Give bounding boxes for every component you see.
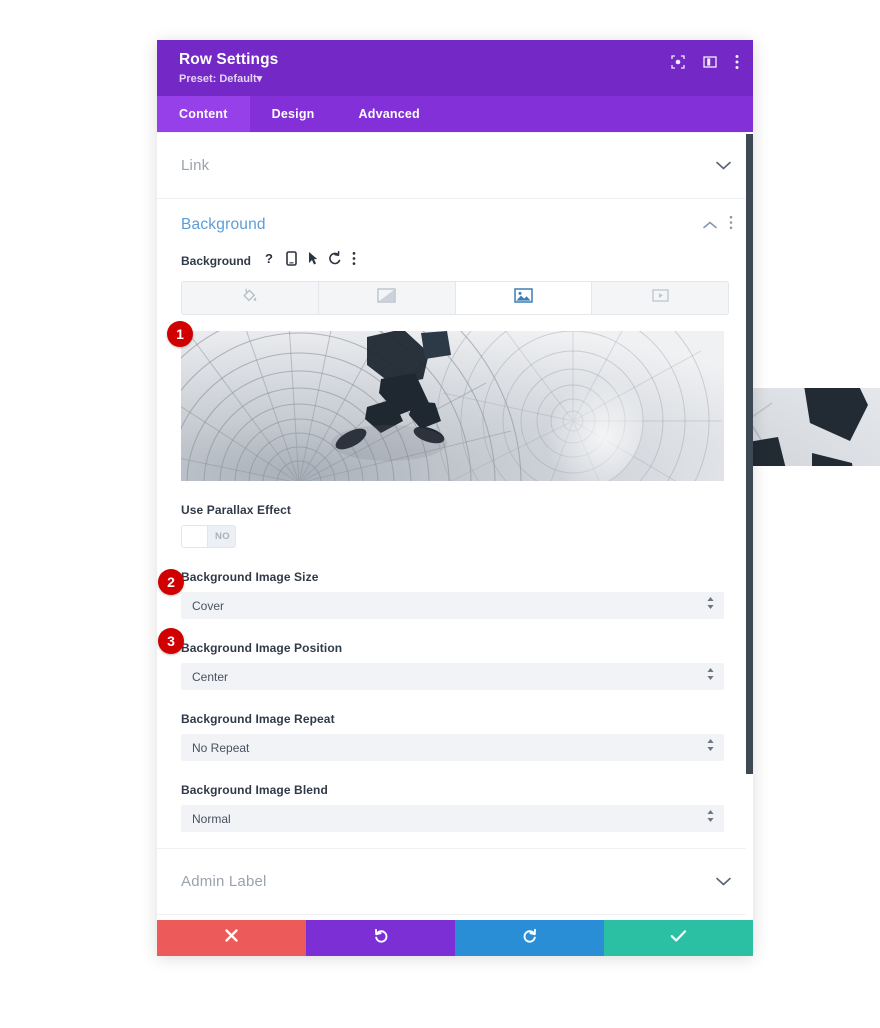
background-image-blend-label: Background Image Blend — [181, 783, 328, 797]
scrollbar-thumb[interactable] — [746, 134, 753, 774]
background-image-position-label: Background Image Position — [181, 641, 343, 655]
background-image-size-value: Cover — [192, 598, 225, 613]
section-background-header[interactable]: Background — [157, 199, 753, 251]
video-icon — [651, 289, 669, 307]
modal-header: Row Settings Preset: Default▾ — [157, 40, 753, 96]
settings-tabs: Content Design Advanced — [157, 96, 753, 132]
redo-button[interactable] — [455, 920, 604, 956]
section-background-controls — [703, 215, 733, 235]
callout-badge-3: 3 — [158, 628, 184, 654]
background-field-label: Background — [181, 254, 252, 268]
preset-label: Preset: Default — [179, 73, 257, 85]
cobblestone-photo — [752, 388, 880, 466]
background-image-blend-select[interactable]: Normal — [181, 805, 724, 832]
background-image-size-select[interactable]: Cover — [181, 592, 724, 619]
tab-content[interactable]: Content — [157, 96, 250, 132]
cobblestone-photo — [181, 331, 724, 481]
scroll-content: Link Background Background ? Use Paralla… — [157, 132, 753, 956]
reset-icon[interactable] — [328, 251, 342, 271]
screenshot-root: Row Settings Preset: Default▾ Content De… — [0, 0, 880, 1028]
more-options-icon[interactable] — [735, 54, 739, 75]
hover-cursor-icon[interactable] — [307, 251, 318, 271]
page-title: Row Settings — [179, 51, 279, 68]
use-parallax-effect-toggle[interactable]: NO — [181, 525, 236, 548]
close-x-icon — [224, 928, 239, 948]
background-image-preview[interactable] — [181, 331, 724, 481]
more-options-icon[interactable] — [352, 251, 356, 271]
image-icon — [514, 288, 533, 308]
background-image-repeat-label: Background Image Repeat — [181, 712, 335, 726]
background-gradient-tab[interactable] — [319, 282, 456, 314]
page-background-image-fragment — [752, 388, 880, 466]
background-type-tabs — [181, 281, 729, 315]
background-image-repeat-value: No Repeat — [192, 740, 250, 755]
chevron-down-icon[interactable] — [716, 873, 731, 891]
cancel-button[interactable] — [157, 920, 306, 956]
background-video-tab[interactable] — [592, 282, 728, 314]
panel-scrollbar[interactable] — [746, 132, 753, 956]
background-color-tab[interactable] — [182, 282, 319, 314]
section-link-title: Link — [181, 157, 210, 174]
stepper-arrows-icon — [706, 809, 715, 828]
stepper-arrows-icon — [706, 738, 715, 757]
background-image-size-wrap: Cover — [157, 592, 753, 619]
callout-badge-1: 1 — [167, 321, 193, 347]
preset-caret-icon: ▾ — [256, 73, 263, 85]
gradient-icon — [377, 288, 396, 308]
row-settings-modal: Row Settings Preset: Default▾ Content De… — [157, 40, 753, 956]
background-image-position-value: Center — [192, 669, 229, 684]
section-background: Background Background ? Use Parallax Eff… — [157, 199, 753, 849]
section-link[interactable]: Link — [157, 132, 753, 199]
section-admin-label[interactable]: Admin Label — [157, 849, 753, 915]
chevron-up-icon[interactable] — [703, 216, 717, 234]
section-background-title: Background — [181, 216, 266, 233]
more-options-icon[interactable] — [729, 215, 733, 235]
background-image-tab[interactable] — [455, 282, 593, 314]
callout-badge-2: 2 — [158, 569, 184, 595]
checkmark-icon — [670, 929, 687, 948]
background-image-size-label: Background Image Size — [181, 570, 319, 584]
use-parallax-effect-label: Use Parallax Effect — [181, 503, 291, 517]
background-image-repeat-select[interactable]: No Repeat — [181, 734, 724, 761]
help-icon[interactable]: ? — [263, 251, 276, 271]
background-image-blend-value: Normal — [192, 811, 231, 826]
stepper-arrows-icon — [706, 667, 715, 686]
modal-action-bar — [157, 920, 753, 956]
svg-text:?: ? — [265, 251, 273, 266]
settings-body: Link Background Background ? Use Paralla… — [157, 132, 753, 956]
layout-view-icon[interactable] — [703, 55, 717, 74]
paint-bucket-icon — [241, 287, 258, 309]
header-icon-group — [671, 54, 739, 75]
toggle-value: NO — [215, 531, 231, 542]
stepper-arrows-icon — [706, 596, 715, 615]
toggle-knob — [182, 526, 208, 547]
background-image-position-wrap: Center — [157, 663, 753, 690]
tab-design[interactable]: Design — [250, 96, 337, 132]
section-admin-label-title: Admin Label — [181, 873, 267, 890]
tab-advanced[interactable]: Advanced — [337, 96, 442, 132]
background-image-position-select[interactable]: Center — [181, 663, 724, 690]
save-button[interactable] — [604, 920, 753, 956]
background-image-repeat-wrap: No Repeat — [157, 734, 753, 761]
preset-selector[interactable]: Preset: Default▾ — [179, 72, 737, 86]
background-image-preview-wrap — [181, 331, 729, 481]
undo-button[interactable] — [306, 920, 455, 956]
responsive-mobile-icon[interactable] — [286, 251, 297, 271]
fullscreen-icon[interactable] — [671, 55, 685, 74]
undo-arrow-icon — [373, 928, 389, 949]
background-field-toolbar: Background ? — [157, 251, 753, 271]
chevron-down-icon[interactable] — [716, 157, 731, 175]
background-image-blend-wrap: Normal — [157, 805, 753, 832]
redo-arrow-icon — [522, 928, 538, 949]
